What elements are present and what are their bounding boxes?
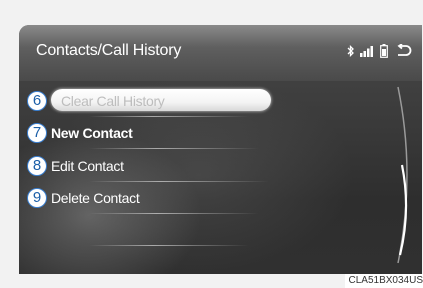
divider	[89, 213, 259, 214]
header-bar: Contacts/Call History	[19, 25, 422, 81]
menu-item-delete-contact[interactable]: 9 Delete Contact	[27, 187, 140, 209]
callout-number: 9	[27, 188, 47, 208]
scroll-indicator[interactable]	[392, 85, 422, 265]
divider	[89, 245, 249, 246]
battery-icon	[380, 44, 388, 58]
menu-item-label: Edit Contact	[51, 158, 124, 174]
status-icons	[347, 43, 412, 59]
divider	[89, 148, 259, 149]
menu-item-label: Clear Call History	[61, 93, 165, 109]
menu-item-label: New Contact	[51, 125, 133, 141]
bluetooth-icon	[347, 45, 354, 57]
divider	[89, 181, 269, 182]
display-screen: Contacts/Call History 6 Clear Call Histo…	[19, 25, 422, 274]
figure-frame: Contacts/Call History 6 Clear Call Histo…	[0, 0, 423, 288]
screen-title: Contacts/Call History	[36, 42, 182, 59]
callout-number: 8	[27, 156, 47, 176]
menu-item-edit-contact[interactable]: 8 Edit Contact	[27, 155, 124, 177]
callout-number: 7	[27, 123, 47, 143]
signal-icon	[360, 45, 374, 57]
menu-item-new-contact[interactable]: 7 New Contact	[27, 122, 133, 144]
figure-caption: CLA51BX034US	[344, 274, 423, 288]
back-icon[interactable]	[394, 44, 412, 58]
callout-number: 6	[27, 91, 47, 111]
menu-item-label: Delete Contact	[51, 190, 140, 206]
divider	[89, 116, 249, 117]
menu-item-clear-call-history[interactable]: 6 Clear Call History	[27, 89, 271, 112]
